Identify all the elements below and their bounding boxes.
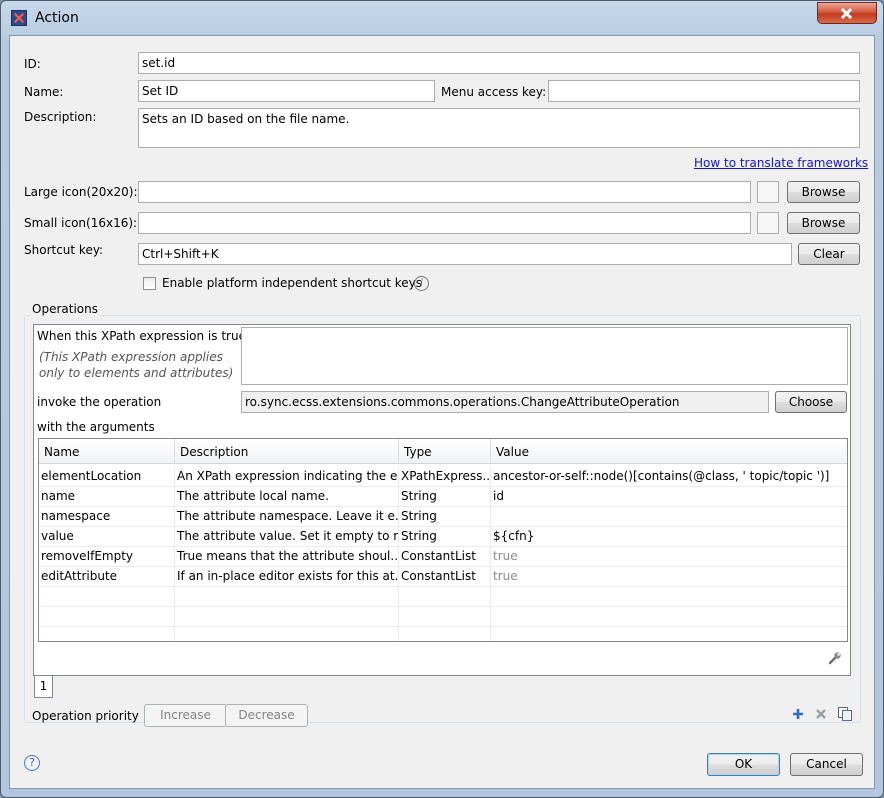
column-header-name[interactable]: Name (39, 439, 175, 463)
arguments-table[interactable]: Name Description Type Value elementLocat… (38, 438, 848, 642)
duplicate-icon[interactable] (837, 706, 853, 722)
arg-description: The attribute local name. (175, 487, 399, 507)
platform-shortcut-checkbox[interactable] (143, 277, 156, 290)
arg-type: ConstantList (399, 567, 491, 587)
menu-access-key-field[interactable] (548, 80, 860, 102)
arg-value[interactable]: ancestor-or-self::node()[contains(@class… (491, 467, 847, 487)
arg-description: True means that the attribute shoul... (175, 547, 399, 567)
title-bar[interactable]: Action (1, 1, 883, 35)
arg-name: namespace (39, 507, 175, 527)
name-field[interactable]: Set ID (138, 80, 435, 102)
description-field[interactable]: Sets an ID based on the file name. (138, 108, 860, 148)
empty-cell (399, 607, 491, 627)
increase-priority-button[interactable]: Increase (144, 704, 227, 727)
table-row-empty (39, 627, 847, 641)
empty-cell (39, 607, 175, 627)
arg-value[interactable]: ${cfn} (491, 527, 847, 547)
table-header: Name Description Type Value (39, 439, 847, 464)
arg-type: String (399, 527, 491, 547)
small-icon-label: Small icon(16x16): (24, 216, 138, 230)
table-row[interactable]: elementLocation An XPath expression indi… (39, 467, 847, 487)
arg-type: ConstantList (399, 547, 491, 567)
empty-cell (175, 607, 399, 627)
large-icon-browse-button[interactable]: Browse (787, 181, 860, 203)
arg-description: The attribute value. Set it empty to r..… (175, 527, 399, 547)
arg-name: name (39, 487, 175, 507)
operation-panel: When this XPath expression is true (This… (33, 324, 851, 676)
table-row[interactable]: editAttribute If an in-place editor exis… (39, 567, 847, 587)
id-label: ID: (24, 57, 41, 71)
empty-cell (175, 627, 399, 641)
arg-type: String (399, 507, 491, 527)
platform-shortcut-checkbox-label[interactable]: Enable platform independent shortcut key… (162, 276, 422, 290)
arg-type: String (399, 487, 491, 507)
info-icon[interactable]: i (414, 276, 429, 291)
action-dialog: Action ID: set.id Name: Set ID Menu acce… (0, 0, 884, 798)
arg-description: The attribute namespace. Leave it e... (175, 507, 399, 527)
table-row[interactable]: value The attribute value. Set it empty … (39, 527, 847, 547)
large-icon-field[interactable] (138, 181, 751, 203)
description-label: Description: (24, 110, 97, 124)
decrease-priority-button[interactable]: Decrease (225, 704, 308, 727)
arg-description: An XPath expression indicating the e... (175, 467, 399, 487)
operation-priority-label: Operation priority (32, 709, 139, 723)
large-icon-preview (757, 181, 779, 203)
add-icon[interactable] (791, 707, 805, 721)
oxygen-app-icon (11, 10, 27, 26)
table-row[interactable]: namespace The attribute namespace. Leave… (39, 507, 847, 527)
arg-type: XPathExpress... (399, 467, 491, 487)
empty-cell (175, 587, 399, 607)
empty-cell (399, 627, 491, 641)
translate-frameworks-link[interactable]: How to translate frameworks (694, 156, 868, 170)
table-row-empty (39, 587, 847, 607)
id-field[interactable]: set.id (138, 52, 860, 74)
empty-cell (399, 587, 491, 607)
operation-tab-1[interactable]: 1 (34, 676, 53, 698)
arg-name: editAttribute (39, 567, 175, 587)
table-row[interactable]: name The attribute local name. String id (39, 487, 847, 507)
shortcut-key-label: Shortcut key: (24, 243, 104, 257)
column-header-description[interactable]: Description (175, 439, 399, 463)
ok-button[interactable]: OK (707, 753, 780, 776)
shortcut-key-field[interactable]: Ctrl+Shift+K (138, 243, 792, 265)
small-icon-preview (757, 212, 779, 234)
operations-group-label: Operations (30, 302, 100, 316)
arg-value[interactable]: true (491, 567, 847, 587)
empty-cell (39, 627, 175, 641)
remove-icon[interactable] (814, 707, 828, 721)
menu-access-key-label: Menu access key: (441, 85, 547, 99)
arg-value[interactable]: true (491, 547, 847, 567)
arg-value[interactable] (491, 507, 847, 527)
xpath-note-line1: (This XPath expression applies (39, 350, 223, 364)
arg-name: elementLocation (39, 467, 175, 487)
small-icon-field[interactable] (138, 212, 751, 234)
close-icon[interactable] (817, 2, 877, 24)
window-title: Action (35, 10, 79, 26)
arg-name: removeIfEmpty (39, 547, 175, 567)
xpath-field[interactable] (241, 327, 848, 385)
table-row-empty (39, 607, 847, 627)
choose-operation-button[interactable]: Choose (775, 391, 847, 413)
column-header-type[interactable]: Type (399, 439, 491, 463)
wrench-icon[interactable] (828, 651, 842, 665)
shortcut-clear-button[interactable]: Clear (798, 243, 860, 265)
arg-description: If an in-place editor exists for this at… (175, 567, 399, 587)
help-icon[interactable]: ? (24, 755, 40, 771)
table-row[interactable]: removeIfEmpty True means that the attrib… (39, 547, 847, 567)
large-icon-label: Large icon(20x20): (24, 185, 138, 199)
name-label: Name: (24, 85, 64, 99)
small-icon-browse-button[interactable]: Browse (787, 212, 860, 234)
column-header-value[interactable]: Value (491, 439, 847, 463)
arguments-label: with the arguments (37, 420, 155, 434)
dialog-body: ID: set.id Name: Set ID Menu access key:… (9, 35, 875, 789)
xpath-note-line2: only to elements and attributes) (39, 366, 234, 380)
empty-cell (39, 587, 175, 607)
operation-class-field: ro.sync.ecss.extensions.commons.operatio… (241, 391, 769, 413)
cancel-button[interactable]: Cancel (790, 753, 863, 776)
invoke-operation-label: invoke the operation (37, 395, 162, 409)
arg-name: value (39, 527, 175, 547)
arg-value[interactable]: id (491, 487, 847, 507)
xpath-label: When this XPath expression is true (37, 329, 246, 343)
